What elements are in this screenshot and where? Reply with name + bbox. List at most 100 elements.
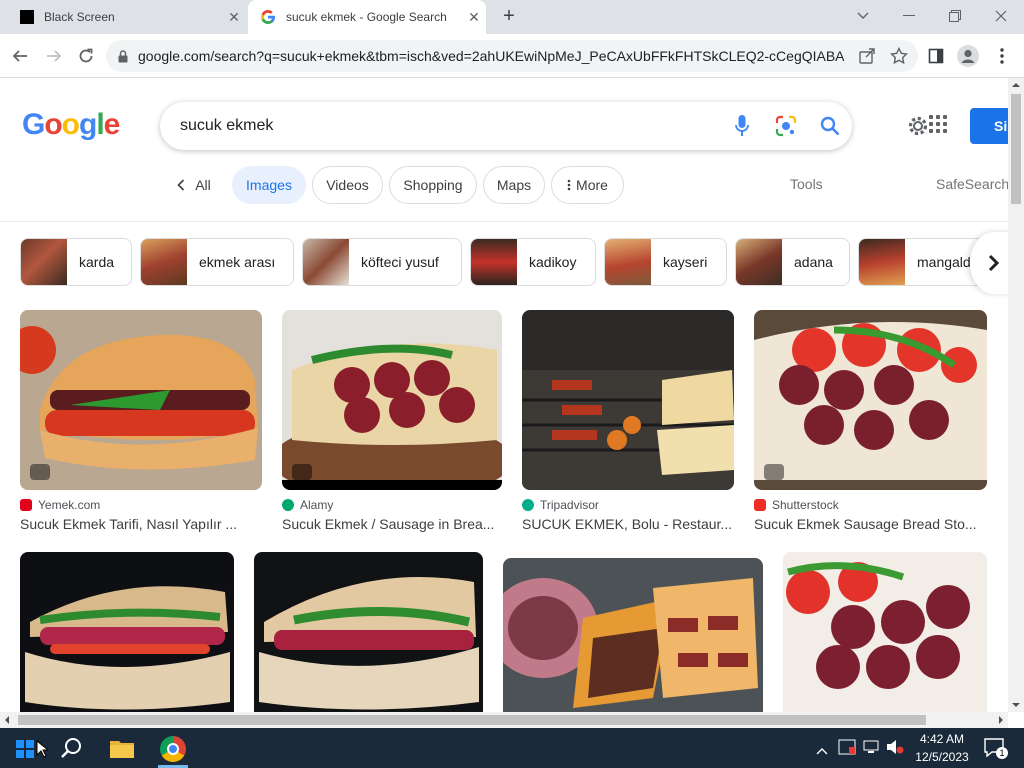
show-hidden-icons-chevron-icon[interactable] (816, 742, 828, 760)
related-thumbnail (21, 239, 67, 285)
file-explorer-icon[interactable] (110, 738, 134, 763)
result-source[interactable]: Alamy (282, 498, 502, 512)
close-window-button[interactable] (978, 0, 1024, 32)
source-name: Alamy (300, 498, 334, 512)
chrome-taskbar-icon[interactable] (160, 736, 186, 762)
share-icon[interactable] (858, 47, 876, 70)
tab-videos[interactable]: Videos (312, 166, 383, 204)
image-result[interactable] (503, 558, 763, 712)
result-source[interactable]: Shutterstock (754, 498, 987, 512)
related-searches-carousel: karda ekmek arası köfteci yusuf kadikoy … (0, 238, 1008, 286)
minimize-button[interactable] (886, 0, 932, 32)
settings-gear-icon[interactable] (906, 114, 930, 143)
image-result[interactable]: Yemek.com Sucuk Ekmek Tarifi, Nasıl Yapı… (20, 310, 262, 532)
related-search-chip[interactable]: köfteci yusuf (302, 238, 462, 286)
image-result[interactable] (783, 552, 987, 712)
google-doodle-logo[interactable]: Google (22, 108, 120, 142)
side-panel-icon[interactable] (922, 42, 950, 70)
search-icon[interactable] (60, 737, 82, 764)
related-search-chip[interactable]: kadikoy (470, 238, 596, 286)
related-thumbnail (859, 239, 905, 285)
google-favicon-icon (261, 10, 275, 24)
notification-center-icon[interactable]: 1 (984, 738, 1008, 763)
result-image[interactable] (522, 310, 734, 490)
result-title[interactable]: Sucuk Ekmek Sausage Bread Sto... (754, 516, 987, 532)
back-button[interactable] (6, 42, 34, 70)
vertical-scrollbar[interactable] (1008, 78, 1024, 712)
safesearch-button[interactable]: SafeSearch (936, 176, 1009, 192)
image-result[interactable]: Shutterstock Sucuk Ekmek Sausage Bread S… (754, 310, 987, 532)
recipe-badge-icon (30, 464, 50, 480)
tab-all[interactable]: All (168, 166, 220, 204)
more-dots-icon (567, 179, 571, 191)
tools-button[interactable]: Tools (790, 176, 823, 192)
tab-title: sucuk ekmek - Google Search (286, 10, 447, 24)
clock-time: 4:42 AM (919, 732, 965, 746)
close-tab-icon[interactable]: ✕ (462, 9, 486, 26)
related-search-chip[interactable]: kayseri (604, 238, 727, 286)
lock-icon[interactable] (118, 49, 128, 63)
related-thumbnail (141, 239, 187, 285)
shutterstock-favicon-icon (754, 499, 766, 511)
tab-shopping[interactable]: Shopping (389, 166, 477, 204)
scroll-left-arrow-icon[interactable] (0, 712, 14, 728)
tab-maps[interactable]: Maps (483, 166, 545, 204)
tab-more[interactable]: More (551, 166, 624, 204)
result-title[interactable]: Sucuk Ekmek / Sausage in Brea... (282, 516, 502, 532)
yemek-favicon-icon (20, 499, 32, 511)
result-image[interactable] (503, 558, 763, 712)
network-icon[interactable] (862, 739, 880, 760)
result-image[interactable] (282, 310, 502, 490)
search-icon[interactable] (808, 104, 852, 148)
scroll-up-arrow-icon[interactable] (1008, 78, 1024, 92)
restore-button[interactable] (932, 0, 978, 32)
close-tab-icon[interactable]: ✕ (222, 9, 246, 26)
result-title[interactable]: SUCUK EKMEK, Bolu - Restaur... (522, 516, 734, 532)
result-image[interactable] (254, 552, 483, 712)
image-result[interactable] (20, 552, 234, 712)
result-source[interactable]: Tripadvisor (522, 498, 734, 512)
google-apps-grid-icon[interactable] (928, 114, 948, 139)
reload-button[interactable] (72, 42, 100, 70)
address-bar[interactable]: google.com/search?q=sucuk+ekmek&tbm=isch… (106, 40, 918, 72)
tab-images[interactable]: Images (232, 166, 306, 204)
related-search-chip[interactable]: karda (20, 238, 132, 286)
bookmark-star-icon[interactable] (889, 46, 909, 70)
new-tab-button[interactable]: + (498, 6, 520, 28)
related-search-chip[interactable]: ekmek arası (140, 238, 294, 286)
profile-avatar-icon[interactable] (954, 42, 982, 70)
horizontal-scrollbar-thumb[interactable] (18, 715, 926, 725)
windows-start-icon[interactable] (16, 740, 34, 763)
result-image[interactable] (20, 552, 234, 712)
voice-search-mic-icon[interactable] (720, 104, 764, 148)
scroll-right-arrow-icon[interactable] (994, 712, 1008, 728)
image-result[interactable]: Tripadvisor SUCUK EKMEK, Bolu - Restaur.… (522, 310, 734, 532)
image-result[interactable] (254, 552, 483, 712)
chrome-menu-icon[interactable] (988, 42, 1016, 70)
forward-button[interactable] (40, 42, 68, 70)
tab-label: More (576, 177, 608, 193)
security-tray-icon[interactable] (838, 739, 856, 760)
vertical-scrollbar-thumb[interactable] (1011, 94, 1021, 204)
browser-toolbar: google.com/search?q=sucuk+ekmek&tbm=isch… (0, 34, 1024, 78)
related-search-chip[interactable]: adana (735, 238, 850, 286)
url-text[interactable]: google.com/search?q=sucuk+ekmek&tbm=isch… (138, 48, 844, 64)
search-query-text[interactable]: sucuk ekmek (180, 117, 720, 135)
result-image[interactable] (783, 552, 987, 712)
tab-black-screen[interactable]: Black Screen ✕ (8, 0, 246, 34)
result-image[interactable] (20, 310, 262, 490)
result-source[interactable]: Yemek.com (20, 498, 262, 512)
tab-title: Black Screen (44, 10, 115, 24)
tab-search-chevron-icon[interactable] (840, 0, 886, 32)
notification-count-badge: 1 (996, 747, 1008, 759)
tab-google-search[interactable]: sucuk ekmek - Google Search ✕ (248, 0, 486, 34)
result-title[interactable]: Sucuk Ekmek Tarifi, Nasıl Yapılır ... (20, 516, 262, 532)
google-lens-camera-icon[interactable] (764, 104, 808, 148)
system-clock[interactable]: 4:42 AM 12/5/2023 (910, 730, 974, 766)
image-result[interactable]: Alamy Sucuk Ekmek / Sausage in Brea... (282, 310, 502, 532)
volume-muted-icon[interactable] (886, 739, 904, 760)
horizontal-scrollbar[interactable] (0, 712, 1008, 728)
search-box[interactable]: sucuk ekmek (160, 102, 852, 150)
scroll-down-arrow-icon[interactable] (1008, 698, 1024, 712)
result-image[interactable] (754, 310, 987, 490)
